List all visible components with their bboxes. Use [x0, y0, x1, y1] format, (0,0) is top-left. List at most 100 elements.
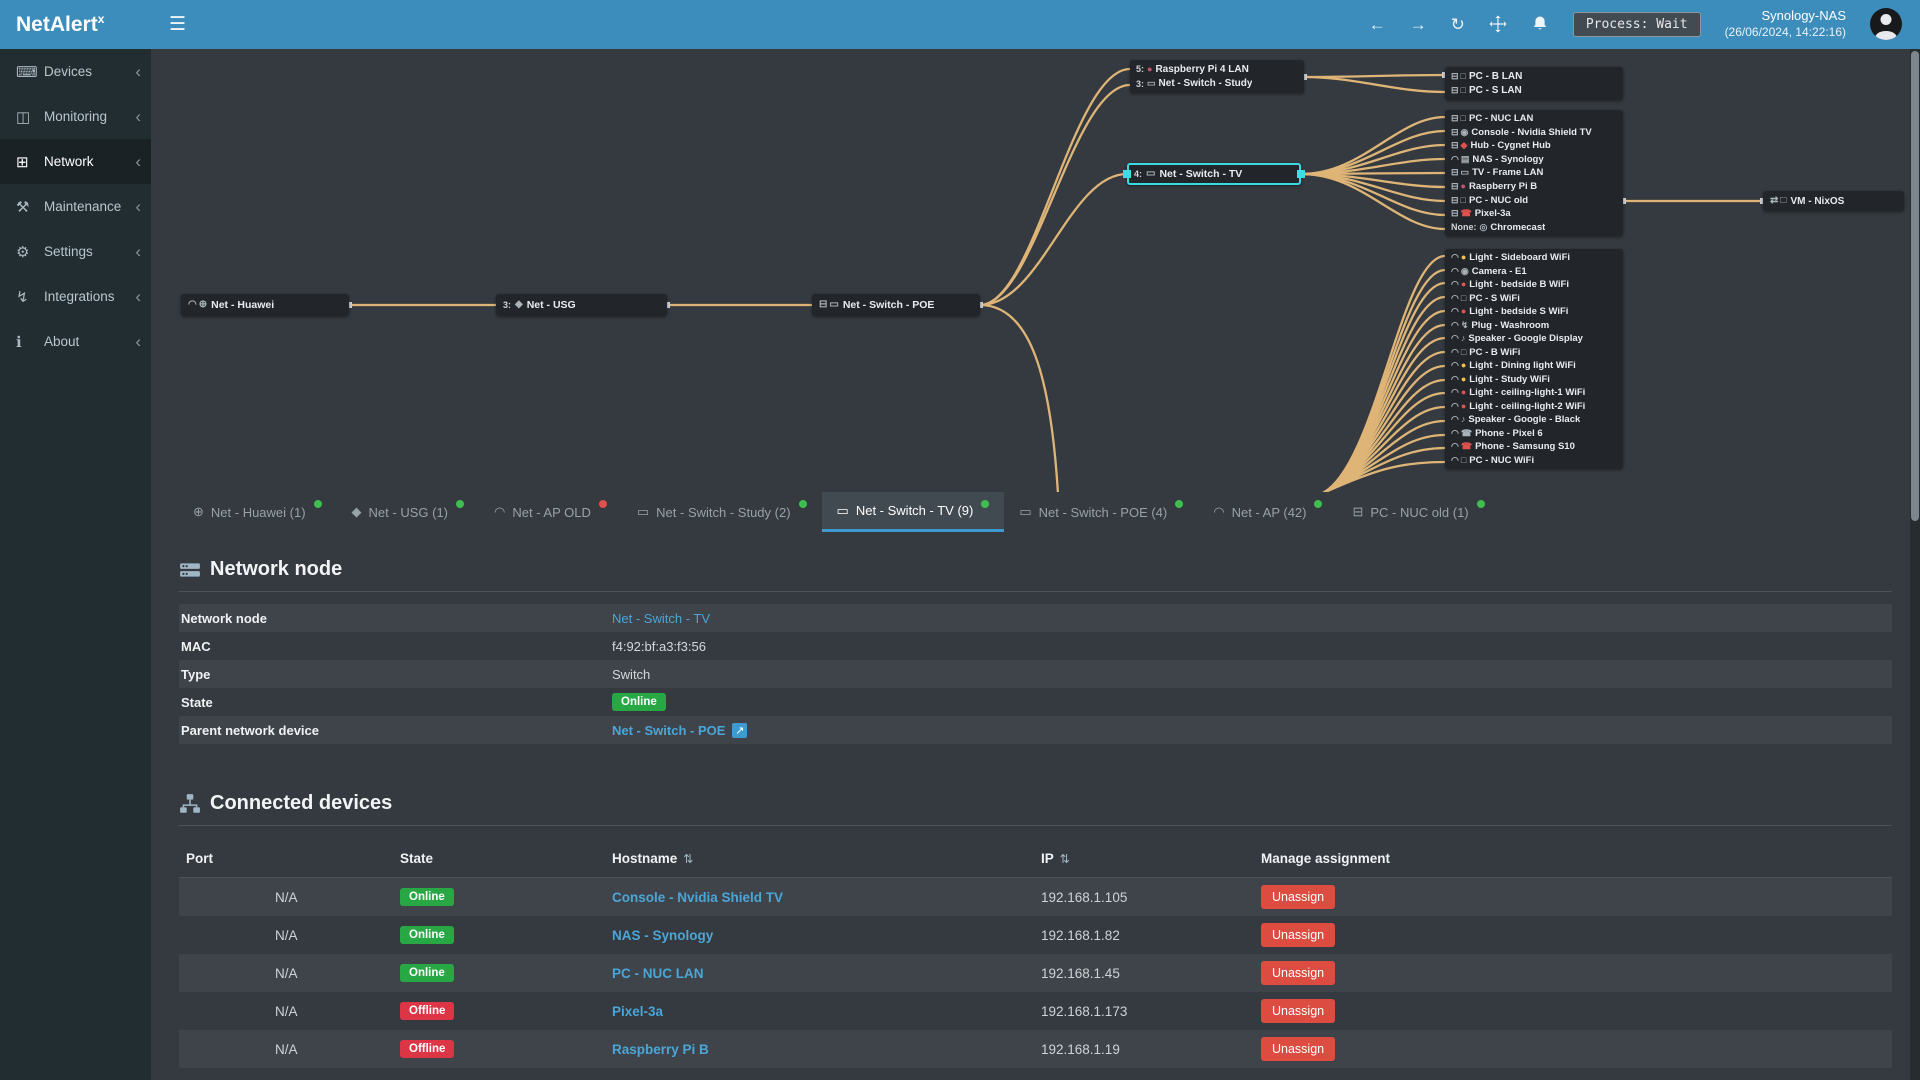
tab[interactable]: ◠ Net - AP (42) [1198, 492, 1337, 532]
device-node[interactable]: None: ◎ Chromecast [1451, 220, 1617, 234]
device-node[interactable]: ⊟ □ PC - NUC old [1451, 193, 1617, 207]
detail-row: Parent network device Net - Switch - POE [179, 716, 1892, 744]
device-node[interactable]: ◠ ● Light - ceiling-light-2 WiFi [1451, 400, 1617, 413]
chevron-left-icon: ‹ [135, 331, 141, 351]
avatar[interactable] [1870, 8, 1902, 41]
device-node[interactable]: ◠ ▤ NAS - Synology [1451, 153, 1617, 167]
unassign-button[interactable]: Unassign [1261, 999, 1336, 1023]
device-node[interactable]: ◠ ♪ Speaker - Google Display [1451, 332, 1617, 345]
detail-text[interactable]: Switch [612, 667, 650, 682]
cell-manage: Unassign [1254, 1037, 1892, 1061]
device-node[interactable]: ◠ ◉ Camera - E1 [1451, 265, 1617, 278]
back-arrow-icon[interactable]: ← [1369, 16, 1386, 33]
hostname-link[interactable]: Raspberry Pi B [612, 1042, 709, 1057]
tab[interactable]: ◆ Net - USG (1) [337, 492, 479, 532]
device-node[interactable]: ◠ ♪ Speaker - Google - Black [1451, 413, 1617, 426]
external-link-icon[interactable] [732, 722, 748, 738]
app-logo[interactable]: NetAlertx [0, 12, 151, 37]
device-node[interactable]: ◠ □ PC - S WiFi [1451, 292, 1617, 305]
switch-icon: ▭ [1146, 168, 1156, 179]
device-node[interactable]: ⊟ ● Raspberry Pi B [1451, 180, 1617, 194]
node-label: PC - S LAN [1468, 85, 1522, 97]
device-node[interactable]: ⊟ ▭ TV - Frame LAN [1451, 166, 1617, 180]
tab[interactable]: ⊕ Net - Huawei (1) [178, 492, 337, 532]
detail-text[interactable]: f4:92:bf:a3:f3:56 [612, 639, 706, 654]
refresh-icon[interactable]: ↻ [1451, 16, 1465, 33]
chevron-left-icon: ‹ [135, 241, 141, 261]
hostname-link[interactable]: PC - NUC LAN [612, 966, 704, 981]
diagram-node-net-switch-tv-selected[interactable]: 4: ▭ Net - Switch - TV [1127, 163, 1301, 185]
device-node[interactable]: 5: ● Raspberry Pi 4 LAN [1136, 62, 1298, 77]
sidebar-item-monitoring[interactable]: ◫ Monitoring ‹ [0, 94, 151, 139]
device-node[interactable]: ◠ ● Light - Study WiFi [1451, 373, 1617, 386]
diagram-node-net-switch-poe[interactable]: ⊟ ▭ Net - Switch - POE [812, 294, 980, 316]
detail-row: Network node Net - Switch - TV [179, 604, 1892, 632]
hostname-link[interactable]: NAS - Synology [612, 928, 713, 943]
sidebar-item-maintenance[interactable]: ⚒ Maintenance ‹ [0, 184, 151, 229]
hostname-link[interactable]: Console - Nvidia Shield TV [612, 890, 783, 905]
unassign-button[interactable]: Unassign [1261, 923, 1336, 947]
device-node[interactable]: ◠ ● Light - Sideboard WiFi [1451, 251, 1617, 264]
unassign-button[interactable]: Unassign [1261, 1037, 1336, 1061]
scrollbar-track[interactable] [1910, 49, 1920, 1080]
sidebar-item-settings[interactable]: ⚙ Settings ‹ [0, 229, 151, 274]
sidebar-item-integrations[interactable]: ↯ Integrations ‹ [0, 274, 151, 319]
node-icons: ◠ ● [1451, 280, 1466, 289]
tab[interactable]: ⊟ PC - NUC old (1) [1337, 492, 1499, 532]
move-icon[interactable] [1489, 15, 1507, 33]
sort-icon[interactable]: ⇅ [1060, 852, 1070, 866]
table-row: N/A Online Console - Nvidia Shield TV 19… [179, 878, 1892, 916]
scrollbar-thumb[interactable] [1911, 51, 1919, 521]
device-node[interactable]: ⊟ □ PC - B LAN [1451, 69, 1617, 84]
ethernet-icon: ⊟ [1451, 167, 1459, 178]
device-node[interactable]: ⊟ ◉ Console - Nvidia Shield TV [1451, 126, 1617, 140]
status-badge: Online [400, 888, 454, 906]
topology-lines [346, 67, 1766, 492]
tab-label: Net - Switch - POE (4) [1038, 504, 1168, 520]
cell-state: Online [393, 964, 605, 982]
sidebar-item-label: Settings [44, 244, 93, 259]
device-node[interactable]: ◠ ☎ Phone - Pixel 6 [1451, 427, 1617, 440]
device-node[interactable]: ⊟ □ PC - S LAN [1451, 84, 1617, 99]
cell-ip: 192.168.1.82 [1041, 927, 1120, 943]
sort-icon[interactable]: ⇅ [683, 852, 693, 866]
tab[interactable]: ▭ Net - Switch - POE (4) [1004, 492, 1198, 532]
device-node[interactable]: ⊟ ◆ Hub - Cygnet Hub [1451, 139, 1617, 153]
device-node[interactable]: ◠ □ PC - NUC WiFi [1451, 454, 1617, 467]
unassign-button[interactable]: Unassign [1261, 885, 1336, 909]
hostname-link[interactable]: Pixel-3a [612, 1004, 663, 1019]
tab[interactable]: ▭ Net - Switch - Study (2) [622, 492, 822, 532]
detail-text[interactable]: Net - Switch - POE [612, 723, 725, 738]
device-node[interactable]: 3: ▭ Net - Switch - Study [1136, 77, 1298, 92]
wifi-icon: ◠ [494, 504, 506, 519]
sidebar-item-network[interactable]: ⊞ Network ‹ [0, 139, 151, 184]
sidebar-item-about[interactable]: ℹ About ‹ [0, 319, 151, 364]
diagram-node-net-huawei[interactable]: ◠ ⊕ Net - Huawei [181, 294, 349, 316]
node-label: Phone - Pixel 6 [1475, 427, 1543, 439]
unassign-button[interactable]: Unassign [1261, 961, 1336, 985]
device-node[interactable]: ◠ ● Light - Dining light WiFi [1451, 359, 1617, 372]
device-node[interactable]: ⊟ □ PC - NUC LAN [1451, 112, 1617, 126]
diagram-node-net-usg[interactable]: 3: ◆ Net - USG [496, 294, 667, 316]
detail-text[interactable]: Net - Switch - TV [612, 611, 710, 626]
section-divider [179, 825, 1892, 826]
tab[interactable]: ▭ Net - Switch - TV (9) [821, 492, 1005, 532]
node-icons: ◠ ☎ [1451, 428, 1472, 438]
bell-icon[interactable] [1531, 15, 1549, 33]
device-node[interactable]: ◠ ↯ Plug - Washroom [1451, 319, 1617, 332]
cell-port: N/A [275, 889, 298, 905]
device-node[interactable]: ⊟ ☎ Pixel-3a [1451, 207, 1617, 221]
detail-text[interactable]: Online [612, 693, 666, 711]
diagram-node-vm-nixos[interactable]: ⇄ □ VM - NixOS [1763, 191, 1904, 211]
device-node[interactable]: ◠ ● Light - bedside S WiFi [1451, 305, 1617, 318]
device-node[interactable]: ◠ ● Light - ceiling-light-1 WiFi [1451, 386, 1617, 399]
device-node[interactable]: ◠ ● Light - bedside B WiFi [1451, 278, 1617, 291]
forward-arrow-icon[interactable]: → [1410, 16, 1427, 33]
hamburger-menu-icon[interactable]: ☰ [169, 13, 186, 36]
sidebar-item-devices[interactable]: ⌨ Devices ‹ [0, 49, 151, 94]
bulb-icon: ● [1460, 279, 1467, 290]
chevron-left-icon: ‹ [135, 196, 141, 216]
device-node[interactable]: ◠ ☎ Phone - Samsung S10 [1451, 440, 1617, 453]
tab[interactable]: ◠ Net - AP OLD [479, 492, 622, 532]
device-node[interactable]: ◠ □ PC - B WiFi [1451, 346, 1617, 359]
